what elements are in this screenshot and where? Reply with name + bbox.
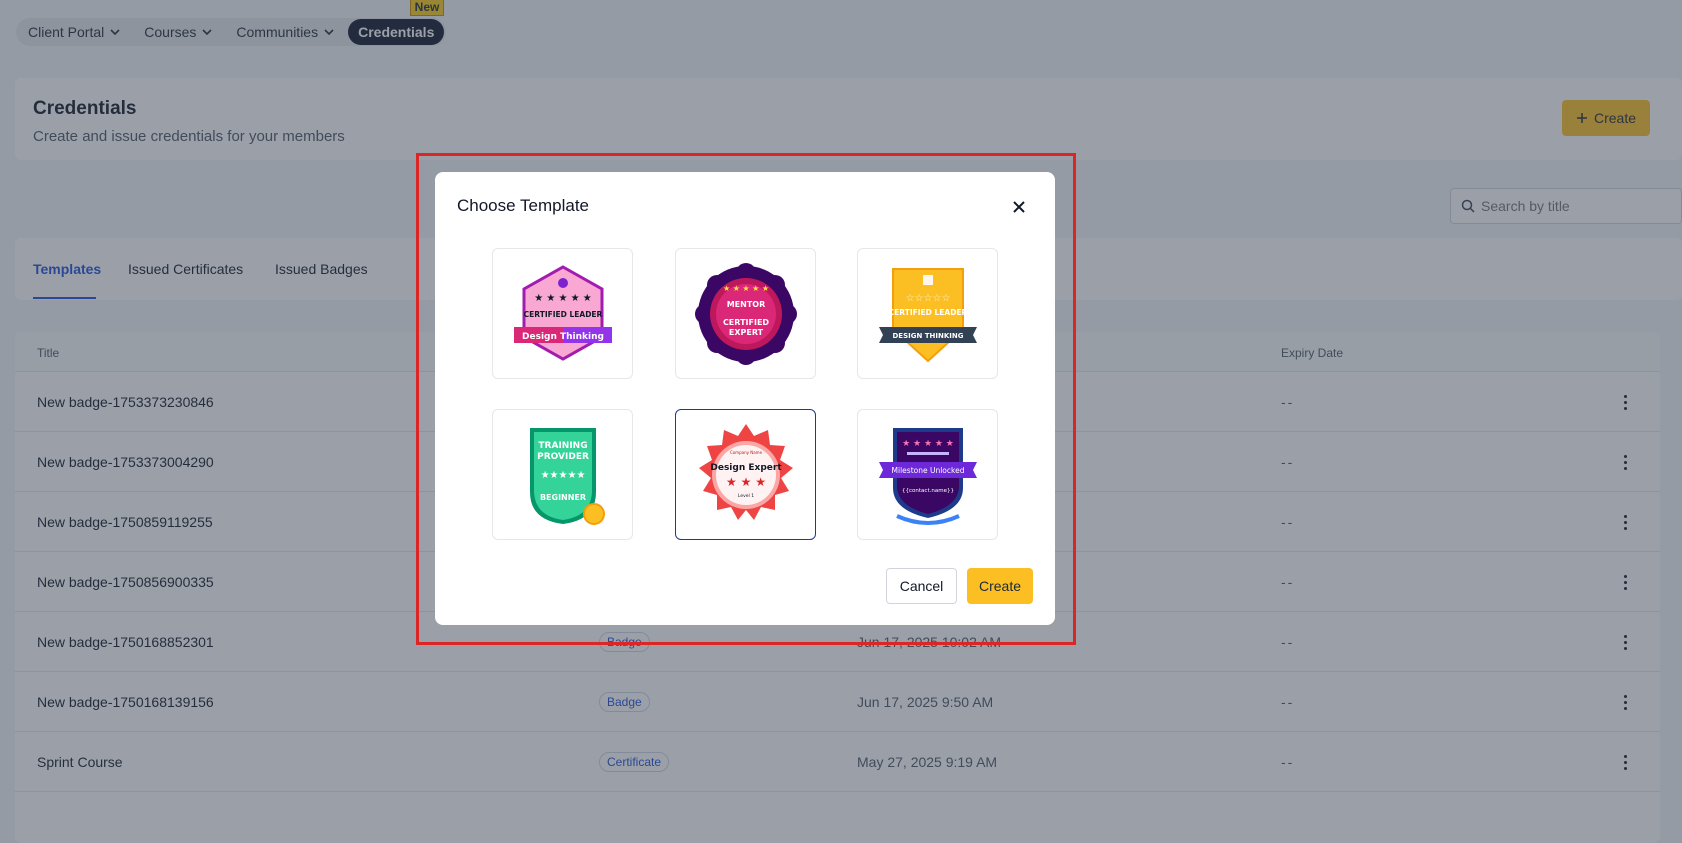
gold-shield-badge-icon: ☆☆☆☆☆ CERTIFIED LEADER DESIGN THINKING bbox=[878, 267, 977, 362]
training-provider-badge-icon: TRAINING PROVIDER ★★★★★ BEGINNER bbox=[529, 427, 605, 525]
svg-text:{{contact.name}}: {{contact.name}} bbox=[902, 488, 954, 494]
modal-title: Choose Template bbox=[457, 196, 589, 215]
svg-text:CERTIFIED: CERTIFIED bbox=[722, 318, 768, 327]
svg-text:Company Name: Company Name bbox=[729, 450, 762, 455]
svg-text:★ ★ ★ ★ ★: ★ ★ ★ ★ ★ bbox=[534, 293, 592, 304]
svg-text:CERTIFIED LEADER: CERTIFIED LEADER bbox=[523, 310, 602, 319]
template-card-mentor[interactable]: ★ ★ ★ ★ ★ MENTOR CERTIFIED EXPERT bbox=[675, 248, 816, 379]
template-card-design-expert[interactable]: Company Name Design Expert ★ ★ ★ Level 1 bbox=[675, 409, 816, 540]
template-card-training-provider[interactable]: TRAINING PROVIDER ★★★★★ BEGINNER bbox=[492, 409, 633, 540]
svg-text:Milestone Unlocked: Milestone Unlocked bbox=[891, 466, 964, 475]
create-button[interactable]: Create bbox=[967, 568, 1033, 604]
svg-text:Level 1: Level 1 bbox=[737, 493, 753, 499]
close-icon[interactable] bbox=[1011, 199, 1027, 215]
template-card-certified-leader[interactable]: ★ ★ ★ ★ ★ CERTIFIED LEADER Design Thinki… bbox=[492, 248, 633, 379]
svg-text:★ ★ ★ ★ ★: ★ ★ ★ ★ ★ bbox=[722, 284, 768, 293]
milestone-badge-icon: ★ ★ ★ ★ ★ Milestone Unlocked {{contact.n… bbox=[878, 427, 977, 525]
template-card-milestone-unlocked[interactable]: ★ ★ ★ ★ ★ Milestone Unlocked {{contact.n… bbox=[857, 409, 998, 540]
svg-text:Design Expert: Design Expert bbox=[710, 463, 782, 473]
template-card-certified-leader-gold[interactable]: ☆☆☆☆☆ CERTIFIED LEADER DESIGN THINKING bbox=[857, 248, 998, 379]
certified-leader-badge-icon: ★ ★ ★ ★ ★ CERTIFIED LEADER Design Thinki… bbox=[513, 264, 612, 361]
svg-text:EXPERT: EXPERT bbox=[728, 328, 763, 337]
choose-template-modal: Choose Template ★ ★ ★ ★ ★ CERTIFIED LEAD… bbox=[435, 172, 1055, 625]
svg-text:TRAINING: TRAINING bbox=[538, 441, 587, 451]
template-grid: ★ ★ ★ ★ ★ CERTIFIED LEADER Design Thinki… bbox=[492, 248, 998, 540]
svg-text:BEGINNER: BEGINNER bbox=[539, 493, 585, 502]
mentor-badge-icon: ★ ★ ★ ★ ★ MENTOR CERTIFIED EXPERT bbox=[694, 262, 797, 365]
svg-text:MENTOR: MENTOR bbox=[726, 300, 765, 309]
svg-text:Design Thinking: Design Thinking bbox=[522, 332, 604, 342]
svg-text:PROVIDER: PROVIDER bbox=[537, 452, 589, 462]
svg-text:★ ★ ★: ★ ★ ★ bbox=[726, 475, 766, 489]
cancel-button[interactable]: Cancel bbox=[886, 568, 957, 604]
svg-text:★ ★ ★ ★ ★: ★ ★ ★ ★ ★ bbox=[902, 439, 954, 449]
svg-text:CERTIFIED LEADER: CERTIFIED LEADER bbox=[888, 308, 967, 317]
svg-text:★★★★★: ★★★★★ bbox=[540, 470, 585, 481]
svg-text:DESIGN THINKING: DESIGN THINKING bbox=[892, 332, 963, 340]
design-expert-badge-icon: Company Name Design Expert ★ ★ ★ Level 1 bbox=[698, 423, 793, 520]
svg-text:☆☆☆☆☆: ☆☆☆☆☆ bbox=[905, 293, 950, 304]
